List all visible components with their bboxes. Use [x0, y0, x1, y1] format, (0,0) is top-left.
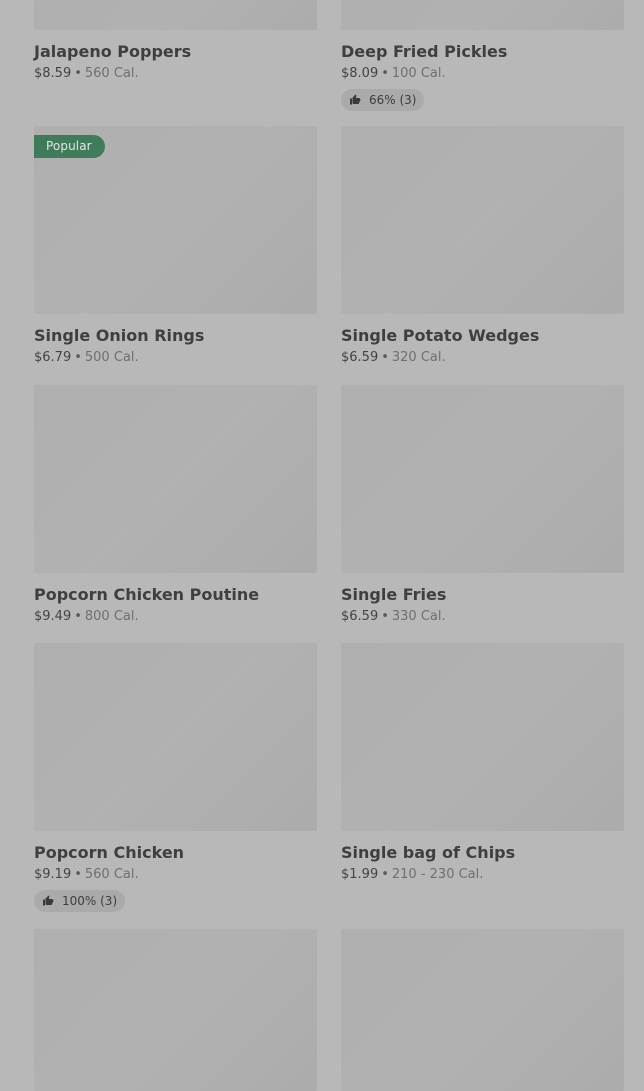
meta-separator: • [381, 66, 389, 81]
menu-item-card[interactable]: Single bag of Chips $1.99 • 210 - 230 Cal. [341, 643, 624, 884]
menu-item-price: $9.49 [34, 609, 72, 624]
meta-separator: • [381, 350, 389, 365]
menu-item-card[interactable]: Single Fries $6.59 • 330 Cal. [341, 385, 624, 626]
menu-item-image[interactable] [34, 643, 317, 831]
thumbs-up-icon [350, 94, 361, 105]
menu-item-image[interactable] [34, 929, 317, 1091]
menu-item-card[interactable]: Deep Fried Pickles $8.09 • 100 Cal. 66% (3… [341, 0, 624, 111]
menu-item-card[interactable]: Jalapeno Poppers $8.59 • 560 Cal. [34, 0, 317, 83]
menu-item-price: $6.59 [341, 609, 379, 624]
menu-item-image[interactable]: Popular [34, 126, 317, 314]
menu-item-calories: 560 Cal. [84, 867, 139, 882]
menu-item-meta: $8.09 • 100 Cal. [341, 65, 624, 83]
menu-item-card[interactable]: Popcorn Chicken $9.19 • 560 Cal. 100% (3) [34, 643, 317, 912]
menu-item-name[interactable]: Jalapeno Poppers [34, 42, 317, 62]
menu-item-price: $6.79 [34, 350, 72, 365]
menu-item-card[interactable] [341, 929, 624, 1091]
menu-item-card[interactable]: Popular Single Onion Rings $6.79 • 500 Cal… [34, 126, 317, 367]
menu-item-card[interactable] [34, 929, 317, 1091]
menu-item-meta: $9.49 • 800 Cal. [34, 608, 317, 626]
menu-item-calories: 210 - 230 Cal. [391, 867, 484, 882]
meta-separator: • [74, 350, 82, 365]
menu-item-image[interactable] [341, 0, 624, 30]
menu-item-image[interactable] [341, 929, 624, 1091]
rating-pill: 66% (3) [341, 89, 425, 111]
menu-item-meta: $6.59 • 330 Cal. [341, 608, 624, 626]
menu-item-image[interactable] [341, 385, 624, 573]
menu-item-calories: 100 Cal. [391, 66, 446, 81]
menu-item-name[interactable]: Popcorn Chicken [34, 843, 317, 863]
menu-item-image[interactable] [341, 126, 624, 314]
menu-item-name[interactable]: Deep Fried Pickles [341, 42, 624, 62]
menu-item-price: $8.09 [341, 66, 379, 81]
menu-item-meta: $6.59 • 320 Cal. [341, 349, 624, 367]
menu-item-image[interactable] [341, 643, 624, 831]
menu-item-name[interactable]: Single bag of Chips [341, 843, 624, 863]
menu-item-card[interactable]: Single Potato Wedges $6.59 • 320 Cal. [341, 126, 624, 367]
menu-item-meta: $6.79 • 500 Cal. [34, 349, 317, 367]
menu-item-calories: 320 Cal. [391, 350, 446, 365]
menu-item-calories: 560 Cal. [84, 66, 139, 81]
menu-item-meta: $8.59 • 560 Cal. [34, 65, 317, 83]
menu-item-name[interactable]: Single Fries [341, 585, 624, 605]
menu-item-price: $9.19 [34, 867, 72, 882]
meta-separator: • [381, 867, 389, 882]
menu-item-price: $6.59 [341, 350, 379, 365]
meta-separator: • [74, 867, 82, 882]
meta-separator: • [74, 66, 82, 81]
menu-item-calories: 330 Cal. [391, 609, 446, 624]
rating-pill: 100% (3) [34, 890, 126, 912]
menu-item-card[interactable]: Popcorn Chicken Poutine $9.49 • 800 Cal. [34, 385, 317, 626]
menu-item-name[interactable]: Single Potato Wedges [341, 326, 624, 346]
meta-separator: • [74, 609, 82, 624]
popular-badge: Popular [34, 135, 105, 158]
menu-item-image[interactable] [34, 0, 317, 30]
menu-item-calories: 500 Cal. [84, 350, 139, 365]
rating-text: 100% (3) [62, 894, 118, 908]
menu-item-name[interactable]: Single Onion Rings [34, 326, 317, 346]
menu-item-image[interactable] [34, 385, 317, 573]
menu-item-meta: $1.99 • 210 - 230 Cal. [341, 866, 624, 884]
menu-item-calories: 800 Cal. [84, 609, 139, 624]
menu-item-name[interactable]: Popcorn Chicken Poutine [34, 585, 317, 605]
menu-item-price: $1.99 [341, 867, 379, 882]
thumbs-up-icon [43, 895, 54, 906]
menu-item-meta: $9.19 • 560 Cal. [34, 866, 317, 884]
meta-separator: • [381, 609, 389, 624]
rating-text: 66% (3) [369, 93, 417, 107]
menu-item-price: $8.59 [34, 66, 72, 81]
